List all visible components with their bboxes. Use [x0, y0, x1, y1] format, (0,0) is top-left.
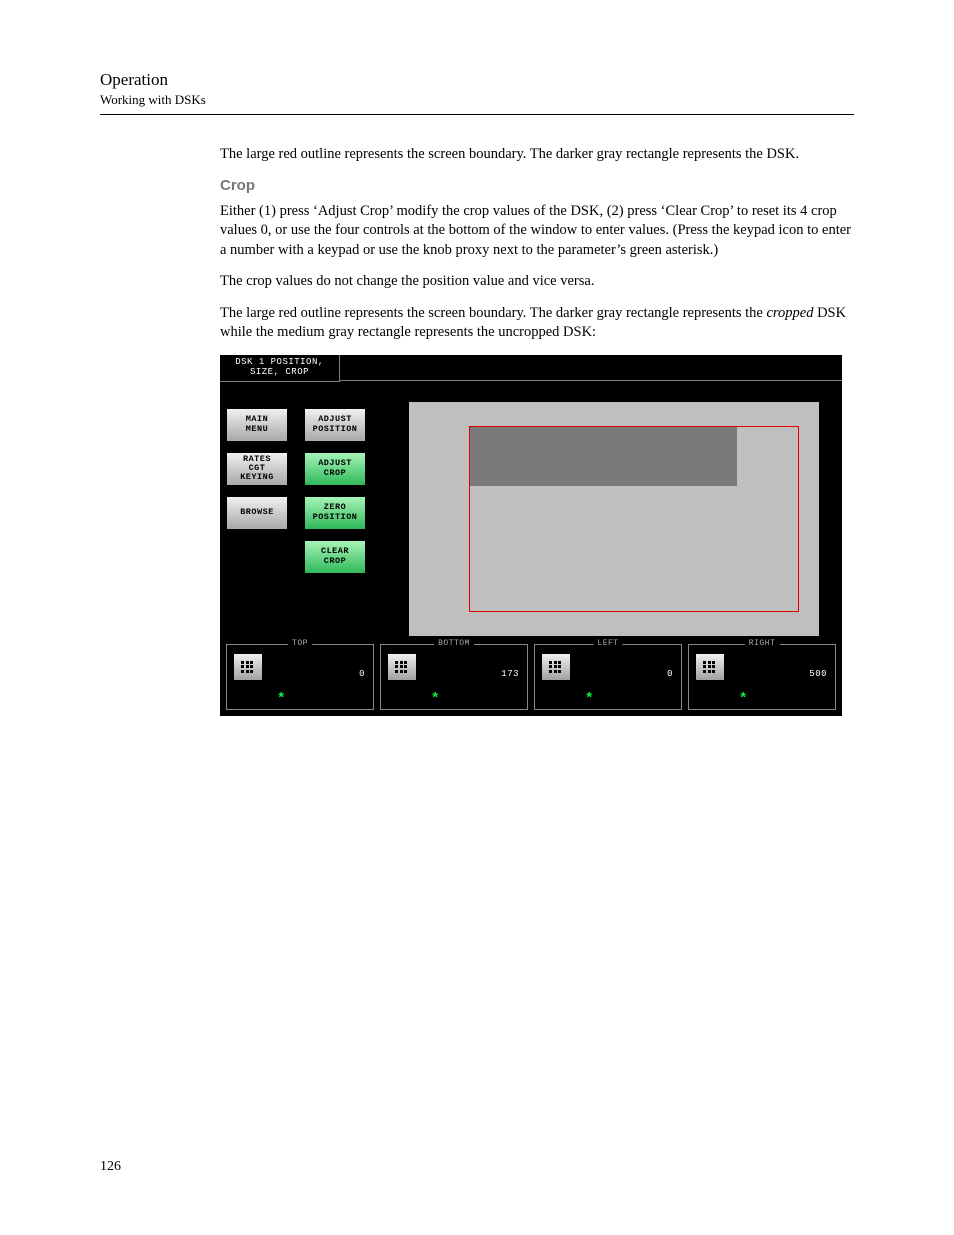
main-menu-button[interactable]: MAIN MENU	[226, 408, 288, 442]
keypad-icon	[241, 661, 255, 673]
panel-tab: DSK 1 POSITION, SIZE, CROP	[220, 355, 340, 382]
keypad-icon	[703, 661, 717, 673]
control-label: RIGHT	[745, 639, 780, 648]
button-label: ZERO POSITION	[313, 503, 358, 522]
screen-boundary-outline	[469, 426, 799, 612]
keypad-button[interactable]	[387, 653, 417, 681]
keypad-button[interactable]	[233, 653, 263, 681]
control-value: 173	[501, 669, 519, 679]
keypad-icon	[549, 661, 563, 673]
crop-right-control: RIGHT 500 *	[688, 644, 836, 710]
keypad-icon	[395, 661, 409, 673]
paragraph: The large red outline represents the scr…	[220, 145, 854, 165]
adjust-position-button[interactable]: ADJUST POSITION	[304, 408, 366, 442]
tab-bar-spacer	[340, 355, 842, 381]
knob-proxy-asterisk[interactable]: *	[739, 691, 748, 707]
crop-bottom-control: BOTTOM 173 *	[380, 644, 528, 710]
rates-cgt-keying-button[interactable]: RATES CGT KEYING	[226, 452, 288, 486]
preview-canvas	[409, 402, 819, 636]
keypad-button[interactable]	[541, 653, 571, 681]
control-value: 500	[809, 669, 827, 679]
button-label: BROWSE	[240, 508, 274, 517]
crop-heading: Crop	[220, 177, 854, 194]
button-label: ADJUST POSITION	[313, 415, 358, 434]
control-label: TOP	[288, 639, 312, 648]
button-label: MAIN MENU	[246, 415, 268, 434]
keypad-button[interactable]	[695, 653, 725, 681]
header-rule	[100, 114, 854, 115]
control-label: BOTTOM	[434, 639, 474, 648]
header-title: Operation	[100, 70, 854, 90]
page-header: Operation Working with DSKs	[100, 70, 854, 108]
crop-top-control: TOP 0 *	[226, 644, 374, 710]
page-number: 126	[100, 1159, 121, 1175]
button-label: CLEAR CROP	[321, 547, 349, 566]
knob-proxy-asterisk[interactable]: *	[277, 691, 286, 707]
text-italic: cropped	[766, 305, 813, 321]
control-value: 0	[359, 669, 365, 679]
control-value: 0	[667, 669, 673, 679]
browse-button[interactable]: BROWSE	[226, 496, 288, 530]
clear-crop-button[interactable]: CLEAR CROP	[304, 540, 366, 574]
paragraph: The crop values do not change the positi…	[220, 272, 854, 292]
tab-line: SIZE, CROP	[224, 368, 335, 378]
knob-proxy-asterisk[interactable]: *	[431, 691, 440, 707]
zero-position-button[interactable]: ZERO POSITION	[304, 496, 366, 530]
text: The large red outline represents the scr…	[220, 305, 766, 321]
crop-left-control: LEFT 0 *	[534, 644, 682, 710]
header-subtitle: Working with DSKs	[100, 92, 854, 108]
dsk-panel: DSK 1 POSITION, SIZE, CROP MAIN MENU RAT…	[220, 355, 842, 716]
knob-proxy-asterisk[interactable]: *	[585, 691, 594, 707]
paragraph: The large red outline represents the scr…	[220, 304, 854, 343]
adjust-crop-button[interactable]: ADJUST CROP	[304, 452, 366, 486]
button-label: RATES CGT KEYING	[240, 455, 274, 483]
control-label: LEFT	[593, 639, 622, 648]
button-label: ADJUST CROP	[318, 459, 352, 478]
paragraph: Either (1) press ‘Adjust Crop’ modify th…	[220, 202, 854, 261]
